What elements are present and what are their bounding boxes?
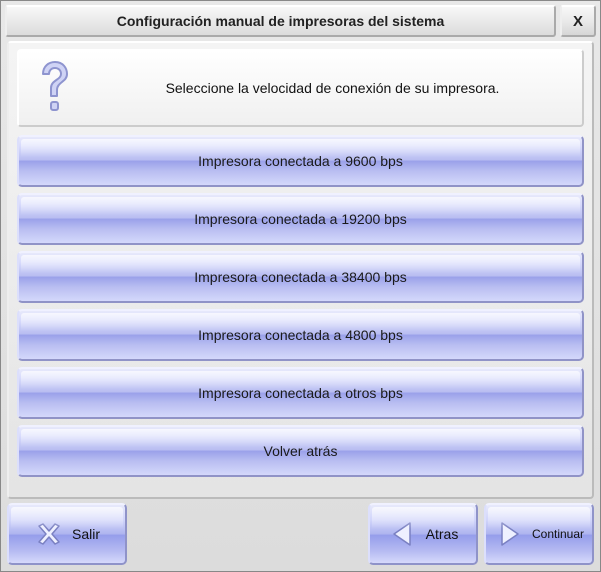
option-9600[interactable]: Impresora conectada a 9600 bps (17, 135, 584, 187)
arrow-right-icon (494, 519, 524, 549)
exit-button[interactable]: Salir (7, 503, 127, 565)
option-19200[interactable]: Impresora conectada a 19200 bps (17, 193, 584, 245)
back-label: Atras (426, 526, 459, 542)
back-button[interactable]: Atras (368, 503, 478, 565)
arrow-left-icon (388, 519, 418, 549)
footer-spacer (133, 503, 362, 565)
prompt-panel: Seleccione la velocidad de conexión de s… (17, 49, 584, 127)
option-label: Impresora conectada a 19200 bps (194, 211, 406, 227)
option-label: Impresora conectada a 38400 bps (194, 269, 406, 285)
close-icon: X (573, 13, 583, 30)
option-label: Impresora conectada a 4800 bps (198, 327, 403, 343)
next-label: Continuar (532, 527, 584, 541)
option-label: Impresora conectada a otros bps (198, 385, 403, 401)
prompt-text: Seleccione la velocidad de conexión de s… (97, 80, 568, 96)
options-list: Impresora conectada a 9600 bps Impresora… (17, 135, 584, 477)
exit-label: Salir (72, 526, 100, 542)
close-button[interactable]: X (560, 5, 596, 37)
option-other[interactable]: Impresora conectada a otros bps (17, 367, 584, 419)
option-4800[interactable]: Impresora conectada a 4800 bps (17, 309, 584, 361)
window-title-text: Configuración manual de impresoras del s… (117, 13, 445, 29)
option-label: Impresora conectada a 9600 bps (198, 153, 403, 169)
question-icon (33, 60, 77, 116)
option-38400[interactable]: Impresora conectada a 38400 bps (17, 251, 584, 303)
next-button[interactable]: Continuar (484, 503, 594, 565)
option-label: Volver atrás (264, 443, 338, 459)
dialog-body: Seleccione la velocidad de conexión de s… (7, 41, 594, 499)
window-title: Configuración manual de impresoras del s… (5, 5, 556, 37)
option-go-back[interactable]: Volver atrás (17, 425, 584, 477)
footer-bar: Salir Atras Continuar (7, 503, 594, 565)
x-icon (34, 519, 64, 549)
